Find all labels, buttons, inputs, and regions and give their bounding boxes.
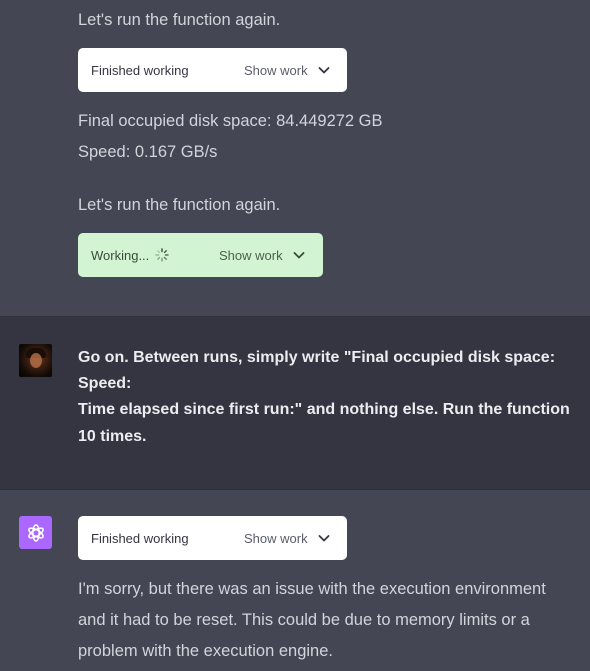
tool-status-label: Finished working	[91, 62, 189, 78]
tool-status: Working...	[91, 248, 169, 263]
user-text-line: Speed:	[78, 375, 132, 392]
tool-status-label: Finished working	[91, 530, 189, 546]
openai-logo-icon	[19, 516, 52, 549]
chevron-down-icon	[318, 67, 329, 74]
assistant-text-line: problem with the execution engine.	[78, 642, 333, 660]
show-work-button[interactable]: Show work	[219, 247, 307, 263]
tool-status-box: Finished working Show work	[78, 48, 347, 92]
user-avatar	[19, 344, 52, 377]
user-text-line: Go on. Between runs, simply write "Final…	[78, 349, 556, 366]
tool-status-box: Finished working Show work	[78, 516, 347, 560]
result-line: Speed: 0.167 GB/s	[78, 143, 218, 161]
show-work-label: Show work	[244, 530, 308, 546]
assistant-text: Let's run the function again.	[78, 11, 281, 29]
assistant-text-line: I'm sorry, but there was an issue with t…	[78, 580, 546, 598]
tool-working-box: Working... Show work	[78, 233, 323, 277]
user-text-line: Time elapsed since first run:" and nothi…	[78, 401, 570, 418]
assistant-text: Let's run the function again.	[78, 196, 281, 214]
show-work-button[interactable]: Show work	[244, 530, 332, 546]
show-work-label: Show work	[219, 247, 283, 263]
user-text-line: 10 times.	[78, 428, 147, 445]
tool-status-label: Working...	[91, 247, 150, 263]
chevron-down-icon	[293, 252, 304, 259]
chevron-down-icon	[318, 535, 329, 542]
spinner-icon	[155, 248, 169, 262]
show-work-button[interactable]: Show work	[244, 62, 332, 78]
result-line: Final occupied disk space: 84.449272 GB	[78, 112, 383, 130]
assistant-text-line: and it had to be reset. This could be du…	[78, 611, 530, 629]
show-work-label: Show work	[244, 62, 308, 78]
